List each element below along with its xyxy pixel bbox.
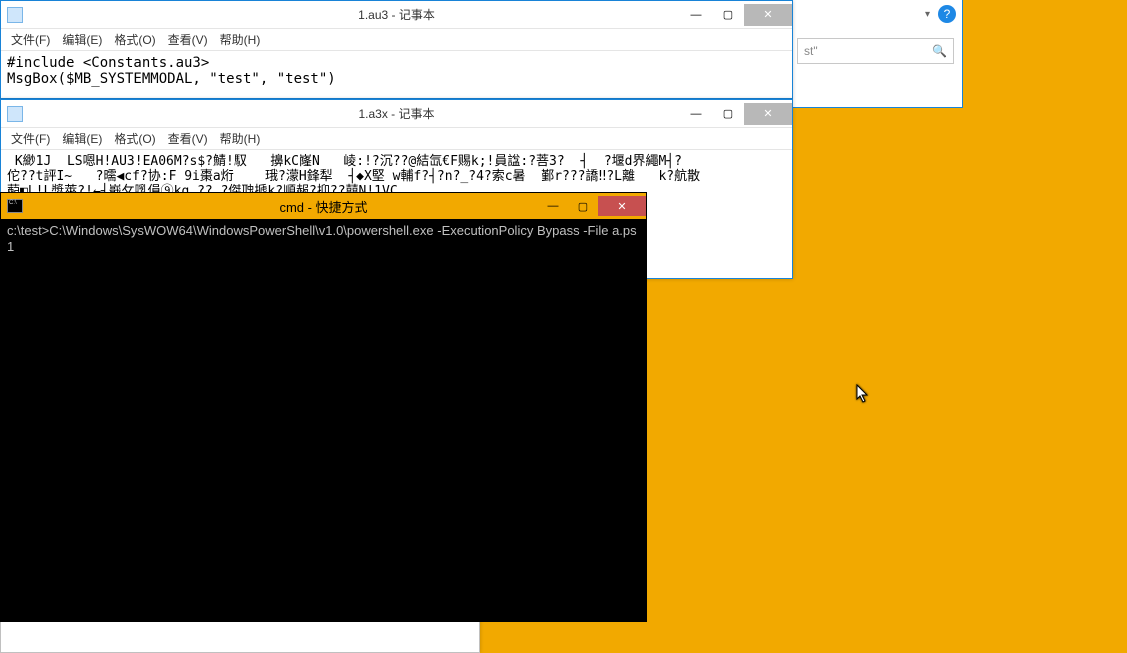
mouse-cursor-icon <box>856 384 870 404</box>
chevron-down-icon[interactable]: ▾ <box>925 9 930 20</box>
window-title: 1.au3 - 记事本 <box>358 6 435 23</box>
cmd-title: cmd - 快捷方式 <box>279 197 367 216</box>
menu-edit[interactable]: 编辑(E) <box>56 29 108 50</box>
menu-help[interactable]: 帮助(H) <box>214 128 267 149</box>
notepad-content[interactable]: #include <Constants.au3> MsgBox($MB_SYST… <box>1 51 792 91</box>
menu-edit[interactable]: 编辑(E) <box>56 128 108 149</box>
window-title: 1.a3x - 记事本 <box>358 105 434 122</box>
titlebar[interactable]: 1.a3x - 记事本 — ▢ ✕ <box>1 100 792 128</box>
menu-format[interactable]: 格式(O) <box>108 128 161 149</box>
notepad-icon <box>7 7 23 23</box>
close-button[interactable]: ✕ <box>744 4 792 26</box>
maximize-button[interactable]: ▢ <box>568 196 598 216</box>
menu-help[interactable]: 帮助(H) <box>214 29 267 50</box>
cmd-window: cmd - 快捷方式 — ▢ ✕ c:\test>C:\Windows\SysW… <box>0 192 647 622</box>
cmd-content[interactable]: c:\test>C:\Windows\SysWOW64\WindowsPower… <box>1 219 646 621</box>
close-button[interactable]: ✕ <box>598 196 646 216</box>
menu-file[interactable]: 文件(F) <box>5 29 56 50</box>
notepad-au3-window: 1.au3 - 记事本 — ▢ ✕ 文件(F) 编辑(E) 格式(O) 查看(V… <box>0 0 793 99</box>
cmd-icon <box>7 199 23 213</box>
maximize-button[interactable]: ▢ <box>712 103 744 125</box>
menubar: 文件(F) 编辑(E) 格式(O) 查看(V) 帮助(H) <box>1 29 792 51</box>
menubar: 文件(F) 编辑(E) 格式(O) 查看(V) 帮助(H) <box>1 128 792 150</box>
minimize-button[interactable]: — <box>680 4 712 26</box>
close-button[interactable]: ✕ <box>744 103 792 125</box>
menu-format[interactable]: 格式(O) <box>108 29 161 50</box>
minimize-button[interactable]: — <box>680 103 712 125</box>
cmd-titlebar[interactable]: cmd - 快捷方式 — ▢ ✕ <box>1 193 646 219</box>
maximize-button[interactable]: ▢ <box>712 4 744 26</box>
search-placeholder: st" <box>804 44 818 58</box>
help-icon[interactable]: ? <box>938 5 956 23</box>
titlebar[interactable]: 1.au3 - 记事本 — ▢ ✕ <box>1 1 792 29</box>
menu-view[interactable]: 查看(V) <box>162 29 214 50</box>
notepad-icon <box>7 106 23 122</box>
menu-view[interactable]: 查看(V) <box>162 128 214 149</box>
explorer-pane: ▾ ? st" 🔍 <box>793 0 963 108</box>
search-icon[interactable]: 🔍 <box>932 44 947 58</box>
search-input[interactable]: st" 🔍 <box>797 38 954 64</box>
menu-file[interactable]: 文件(F) <box>5 128 56 149</box>
minimize-button[interactable]: — <box>538 196 568 216</box>
